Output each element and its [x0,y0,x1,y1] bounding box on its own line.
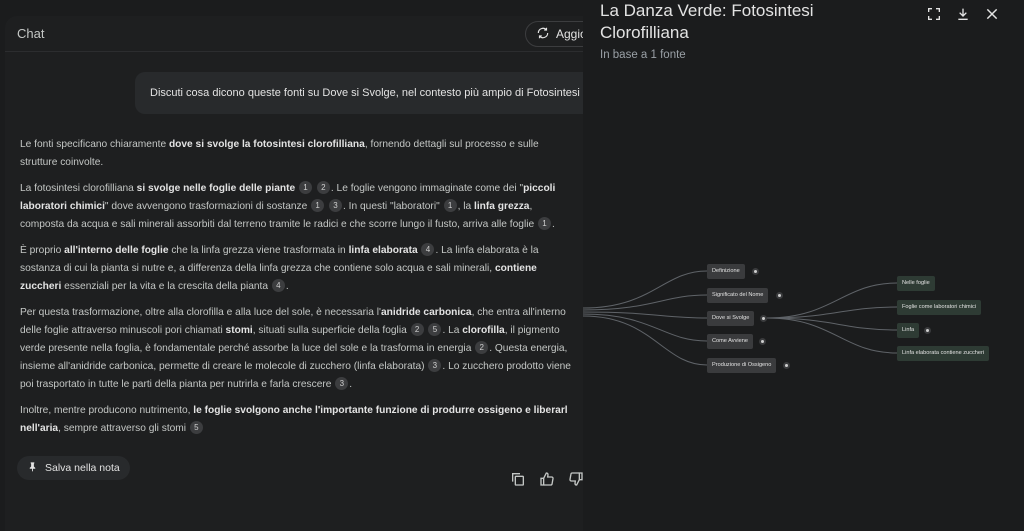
answer-bold: piccoli [523,183,556,194]
answer-paragraph: Le fonti specificano chiaramente dove si… [20,136,595,172]
answer-text: È proprio [20,245,65,256]
answer-text: delle foglie attraverso minuscoli pori c… [20,325,226,336]
expand-node-icon[interactable] [759,338,766,345]
citation-badge[interactable]: 2 [410,323,424,336]
answer-bold: zuccheri [20,281,62,292]
chat-title: Chat [17,26,45,41]
answer-text: , sempre attraverso gli stomi [58,423,187,434]
expand-node-icon[interactable] [924,327,931,334]
citation-badge[interactable]: 2 [475,341,489,354]
citation-badge[interactable]: 1 [311,199,325,212]
answer-text: verde presente nella foglia, è fondament… [20,343,472,354]
citation-badge[interactable]: 4 [421,243,435,256]
mindmap-edges [583,270,898,366]
copy-icon[interactable] [510,471,526,487]
citation-badge[interactable]: 1 [443,199,457,212]
pin-icon [27,461,38,475]
answer-text: La fotosintesi clorofilliana [20,183,137,194]
expand-node-icon[interactable] [776,292,783,299]
answer-bold: laboratori chimici [20,201,105,212]
save-label: Salva nella nota [45,462,120,474]
answer-text: . [285,281,289,292]
refresh-icon [536,26,550,43]
answer-text: essenziali per la vita e la crescita del… [61,281,269,292]
answer-bold: stomi [225,325,253,336]
answer-text: , il pigmento [504,325,560,336]
answer-text: . [552,219,555,230]
answer-bold: dove si svolge la fotosintesi clorofilli… [168,139,365,150]
citation-badge[interactable]: 2 [316,181,330,194]
citation-badge[interactable]: 4 [271,279,285,292]
answer-text: . [349,379,353,390]
assistant-answer: Le fonti specificano chiaramente dove si… [20,136,595,446]
answer-bold: all'interno delle foglie [64,245,169,256]
answer-text: , [529,201,533,212]
mindmap-node[interactable]: Linfa elaborata contiene zuccheri [897,346,990,361]
save-to-note-button[interactable]: Salva nella nota [17,456,130,480]
answer-text: poi trasportato in tutte le parti della … [20,379,332,390]
mindmap-node[interactable]: Come Avviene [707,334,753,349]
answer-text: , che entra all'interno [471,307,566,318]
answer-text: insieme all'anidride carbonica, permette… [20,361,425,372]
mindmap-node[interactable]: Significato del Nome [707,288,769,303]
mindmap-node[interactable]: Dove si Svolge [707,311,755,326]
answer-bold: nell'aria [20,423,59,434]
answer-paragraph: È proprio all'interno delle foglie che l… [20,242,595,296]
answer-bold: clorofilla [462,325,505,336]
response-actions [510,471,584,487]
collapse-node-icon[interactable] [760,315,767,322]
mindmap-node[interactable]: Definizione [707,264,745,279]
expand-node-icon[interactable] [783,362,790,369]
mindmap-node[interactable]: Nelle foglie [897,276,935,291]
answer-bold: si svolge nelle foglie delle piante [136,183,296,194]
user-message-text: Discuti cosa dicono queste fonti su Dove… [150,87,595,99]
chat-header: Chat Aggio [5,16,595,52]
answer-text: Per questa trasformazione, oltre alla cl… [20,307,381,318]
citation-badge[interactable]: 5 [428,323,442,336]
user-message: Discuti cosa dicono queste fonti su Dove… [135,72,595,114]
answer-paragraph: La fotosintesi clorofilliana si svolge n… [20,180,595,234]
answer-paragraph: Inoltre, mentre producono nutrimento, le… [20,402,595,438]
answer-text: " dove avvengono trasformazioni di sosta… [104,201,308,212]
answer-text: composta da acqua e sali minerali assorb… [20,219,535,230]
citation-badge[interactable]: 5 [189,421,203,434]
chat-panel: Chat Aggio Discuti cosa dicono queste fo… [5,16,595,531]
answer-text: , situati sulla superficie della foglia [252,325,407,336]
answer-bold: linfa grezza [473,201,530,212]
mindmap-canvas[interactable]: Definizione Significato del Nome Dove si… [583,0,1024,531]
answer-text: . Le foglie vengono immaginate come dei … [330,183,524,194]
answer-text: . Lo zucchero prodotto viene [442,361,571,372]
answer-text: . La [442,325,463,336]
citation-badge[interactable]: 1 [299,181,313,194]
answer-text: . Questa energia, [489,343,568,354]
mindmap-node[interactable]: Produzione di Ossigeno [707,358,777,373]
answer-bold: anidride carbonica [380,307,472,318]
answer-text: sostanza di cui la pianta si nutre e, a … [20,263,495,274]
citation-badge[interactable]: 3 [335,377,349,390]
answer-text: che la linfa grezza viene trasformata in [168,245,349,256]
answer-text: . In questi "laboratori" [343,201,440,212]
answer-text: , la [457,201,474,212]
citation-badge[interactable]: 1 [538,217,551,230]
citation-badge[interactable]: 3 [329,199,342,212]
citation-badge[interactable]: 3 [428,359,442,372]
mindmap-node[interactable]: Foglie come laboratori chimici [897,300,981,315]
answer-text: Inoltre, mentre producono nutrimento, [20,405,194,416]
answer-text: , fornendo dettagli sul processo e sulle [364,139,539,150]
answer-bold: linfa elaborata [348,245,418,256]
expand-node-icon[interactable] [752,268,759,275]
answer-text: strutture coinvolte. [20,157,104,168]
answer-bold: contiene [494,263,537,274]
answer-paragraph: Per questa trasformazione, oltre alla cl… [20,304,595,394]
mindmap-node[interactable]: Linfa [897,323,920,338]
mindmap-panel: La Danza Verde: Fotosintesi Clorofillian… [583,0,1024,531]
answer-text: . La linfa elaborata è la [435,245,539,256]
thumb-up-icon[interactable] [539,471,555,487]
answer-bold: le foglie svolgono anche l'importante fu… [193,405,568,416]
answer-text: Le fonti specificano chiaramente [20,139,169,150]
thumb-down-icon[interactable] [568,471,584,487]
